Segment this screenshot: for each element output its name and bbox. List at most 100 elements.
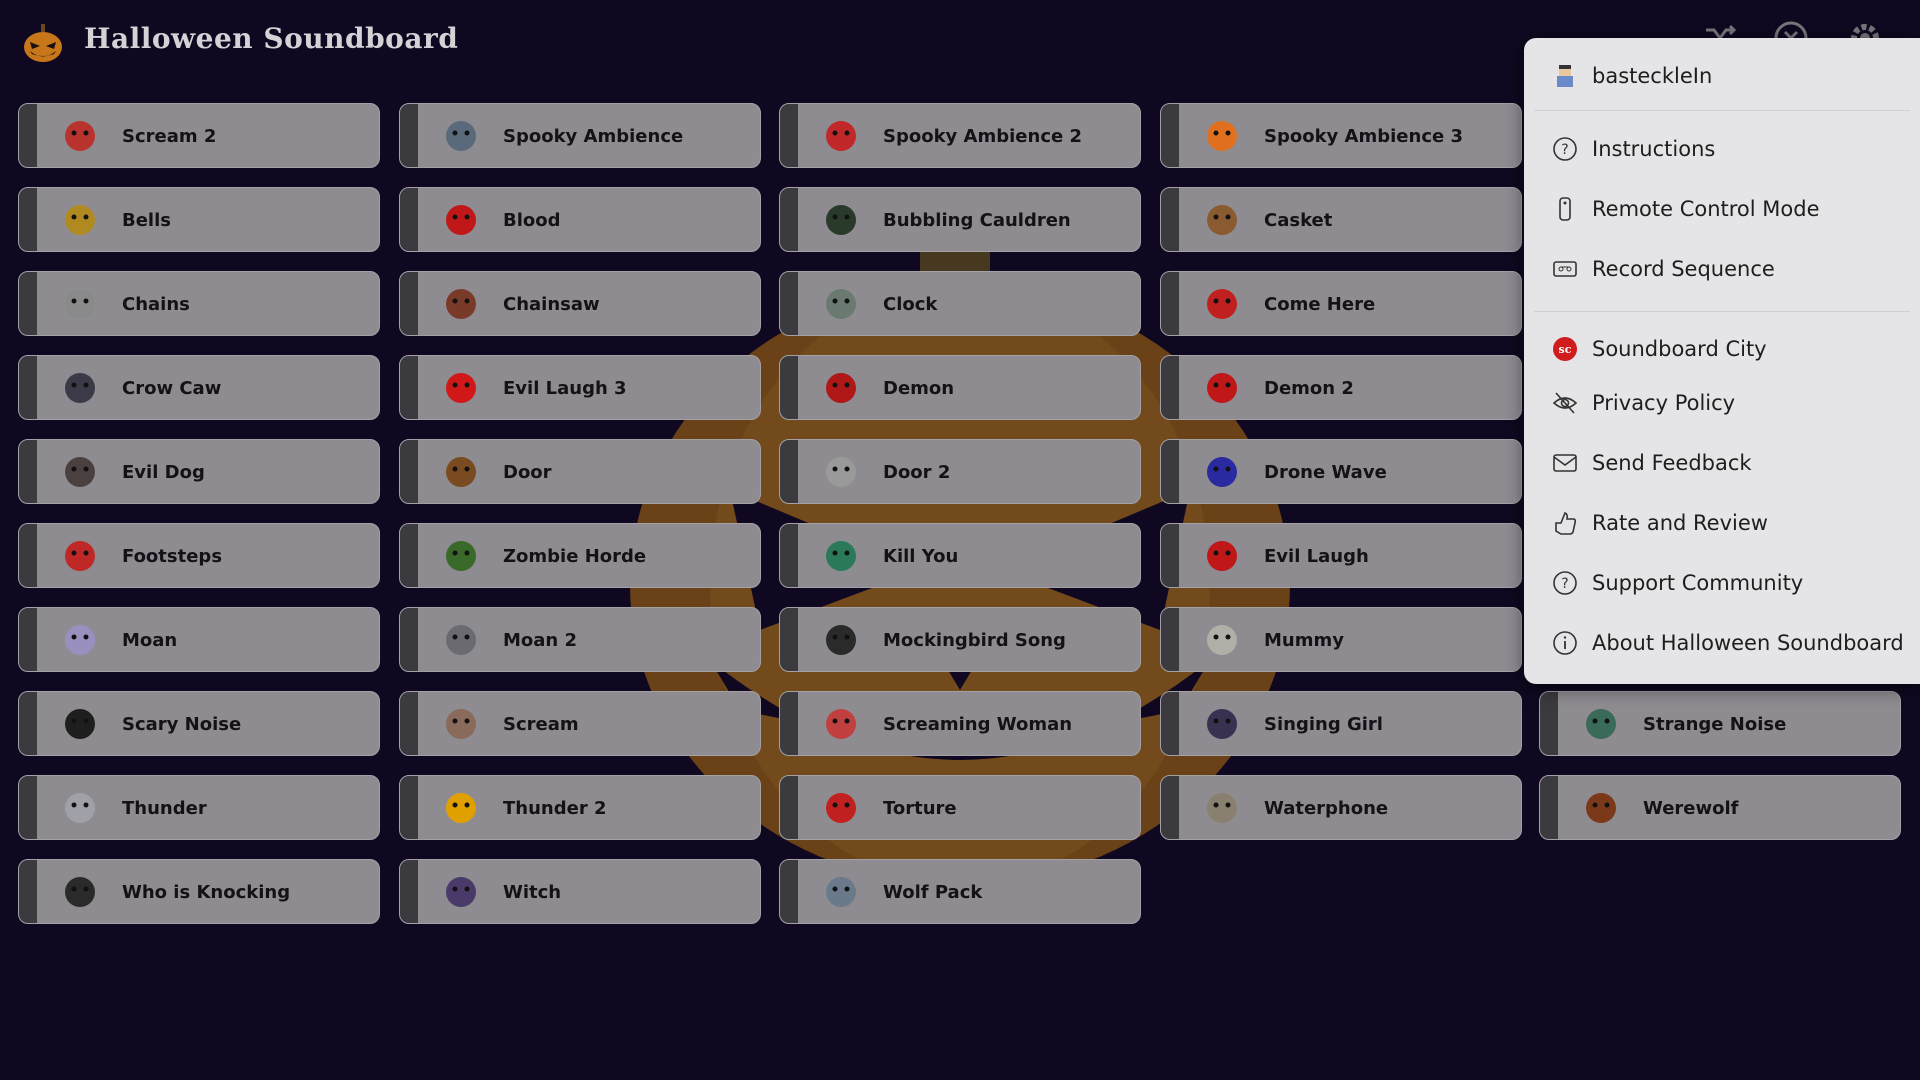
sound-button-blood[interactable]: Blood xyxy=(399,187,761,252)
user-avatar-icon xyxy=(1557,65,1573,87)
thunder-2-icon xyxy=(446,793,476,823)
remote-icon xyxy=(1559,197,1571,221)
sound-label: Screaming Woman xyxy=(883,714,1073,735)
sound-label: Spooky Ambience 3 xyxy=(1264,126,1463,147)
door-2-icon xyxy=(826,457,856,487)
sound-button-bells[interactable]: Bells xyxy=(18,187,380,252)
sound-label: Come Here xyxy=(1264,294,1376,315)
mockingbird-song-icon xyxy=(826,625,856,655)
menu-item-rate-and-review[interactable]: Rate and Review xyxy=(1524,498,1920,548)
menu-item-instructions[interactable]: ? Instructions xyxy=(1524,124,1920,174)
sound-button-evil-laugh-3[interactable]: Evil Laugh 3 xyxy=(399,355,761,420)
sound-button-strange-noise[interactable]: Strange Noise xyxy=(1539,691,1901,756)
menu-item-label: Send Feedback xyxy=(1592,451,1752,475)
singing-girl-icon xyxy=(1207,709,1237,739)
sound-button-mockingbird-song[interactable]: Mockingbird Song xyxy=(779,607,1141,672)
sound-button-scream[interactable]: Scream xyxy=(399,691,761,756)
button-edge xyxy=(19,860,37,923)
spooky-ambience-icon xyxy=(446,121,476,151)
button-edge xyxy=(1161,104,1179,167)
sound-button-waterphone[interactable]: Waterphone xyxy=(1160,775,1522,840)
casket-icon xyxy=(1207,205,1237,235)
sound-button-evil-dog[interactable]: Evil Dog xyxy=(18,439,380,504)
button-edge xyxy=(19,104,37,167)
sound-button-scream-2[interactable]: Scream 2 xyxy=(18,103,380,168)
menu-item-user[interactable]: basteckleIn xyxy=(1524,51,1920,101)
sound-button-drone-wave[interactable]: Drone Wave xyxy=(1160,439,1522,504)
sound-button-werewolf[interactable]: Werewolf xyxy=(1539,775,1901,840)
menu-item-label: Privacy Policy xyxy=(1592,391,1736,415)
moan-2-icon xyxy=(446,625,476,655)
sound-button-spooky-ambience-2[interactable]: Spooky Ambience 2 xyxy=(779,103,1141,168)
sound-button-kill-you[interactable]: Kill You xyxy=(779,523,1141,588)
waterphone-icon xyxy=(1207,793,1237,823)
sound-button-scary-noise[interactable]: Scary Noise xyxy=(18,691,380,756)
sound-button-moan[interactable]: Moan xyxy=(18,607,380,672)
evil-laugh-icon xyxy=(1207,541,1237,571)
sound-button-wolf-pack[interactable]: Wolf Pack xyxy=(779,859,1141,924)
evil-dog-icon xyxy=(65,457,95,487)
strange-noise-icon xyxy=(1586,709,1616,739)
sound-button-spooky-ambience-3[interactable]: Spooky Ambience 3 xyxy=(1160,103,1522,168)
who-is-knocking-icon xyxy=(65,877,95,907)
menu-item-about-halloween-soundboard[interactable]: About Halloween Soundboard xyxy=(1524,618,1920,668)
menu-item-record-sequence[interactable]: Record Sequence xyxy=(1524,244,1920,294)
sound-label: Spooky Ambience 2 xyxy=(883,126,1082,147)
sound-label: Thunder 2 xyxy=(503,798,607,819)
scary-noise-icon xyxy=(65,709,95,739)
button-edge xyxy=(1161,272,1179,335)
sound-button-clock[interactable]: Clock xyxy=(779,271,1141,336)
menu-item-label: Record Sequence xyxy=(1592,257,1775,281)
sound-label: Mummy xyxy=(1264,630,1344,651)
button-edge xyxy=(400,440,418,503)
menu-item-send-feedback[interactable]: Send Feedback xyxy=(1524,438,1920,488)
pumpkin-logo-icon xyxy=(24,24,62,62)
sound-button-crow-caw[interactable]: Crow Caw xyxy=(18,355,380,420)
sound-label: Bubbling Cauldren xyxy=(883,210,1071,231)
sound-button-screaming-woman[interactable]: Screaming Woman xyxy=(779,691,1141,756)
sound-button-zombie-horde[interactable]: Zombie Horde xyxy=(399,523,761,588)
button-edge xyxy=(780,608,798,671)
sound-button-footsteps[interactable]: Footsteps xyxy=(18,523,380,588)
sound-label: Casket xyxy=(1264,210,1333,231)
button-edge xyxy=(1161,188,1179,251)
sound-button-thunder-2[interactable]: Thunder 2 xyxy=(399,775,761,840)
sound-button-bubbling-cauldren[interactable]: Bubbling Cauldren xyxy=(779,187,1141,252)
menu-item-remote-control-mode[interactable]: Remote Control Mode xyxy=(1524,184,1920,234)
button-edge xyxy=(400,524,418,587)
menu-item-soundboard-city[interactable]: sc Soundboard City xyxy=(1524,324,1920,374)
sound-label: Blood xyxy=(503,210,561,231)
sound-button-chainsaw[interactable]: Chainsaw xyxy=(399,271,761,336)
sound-button-moan-2[interactable]: Moan 2 xyxy=(399,607,761,672)
sound-button-demon-2[interactable]: Demon 2 xyxy=(1160,355,1522,420)
button-edge xyxy=(1161,440,1179,503)
sound-label: Evil Laugh xyxy=(1264,546,1369,567)
screaming-woman-icon xyxy=(826,709,856,739)
mummy-icon xyxy=(1207,625,1237,655)
sound-label: Waterphone xyxy=(1264,798,1389,819)
sound-button-singing-girl[interactable]: Singing Girl xyxy=(1160,691,1522,756)
sound-label: Clock xyxy=(883,294,938,315)
sound-button-door[interactable]: Door xyxy=(399,439,761,504)
sound-button-witch[interactable]: Witch xyxy=(399,859,761,924)
sound-button-evil-laugh[interactable]: Evil Laugh xyxy=(1160,523,1522,588)
sound-button-torture[interactable]: Torture xyxy=(779,775,1141,840)
chains-icon xyxy=(65,289,95,319)
sound-button-who-is-knocking[interactable]: Who is Knocking xyxy=(18,859,380,924)
sound-button-spooky-ambience[interactable]: Spooky Ambience xyxy=(399,103,761,168)
sound-label: Chains xyxy=(122,294,190,315)
sound-button-chains[interactable]: Chains xyxy=(18,271,380,336)
menu-item-privacy-policy[interactable]: Privacy Policy xyxy=(1524,378,1920,428)
sound-button-door-2[interactable]: Door 2 xyxy=(779,439,1141,504)
torture-icon xyxy=(826,793,856,823)
sound-label: Moan xyxy=(122,630,178,651)
wolf-pack-icon xyxy=(826,877,856,907)
sound-button-mummy[interactable]: Mummy xyxy=(1160,607,1522,672)
sound-button-demon[interactable]: Demon xyxy=(779,355,1141,420)
spooky-ambience-2-icon xyxy=(826,121,856,151)
menu-item-support-community[interactable]: ? Support Community xyxy=(1524,558,1920,608)
button-edge xyxy=(400,860,418,923)
sound-button-casket[interactable]: Casket xyxy=(1160,187,1522,252)
sound-button-come-here[interactable]: Come Here xyxy=(1160,271,1522,336)
sound-button-thunder[interactable]: Thunder xyxy=(18,775,380,840)
